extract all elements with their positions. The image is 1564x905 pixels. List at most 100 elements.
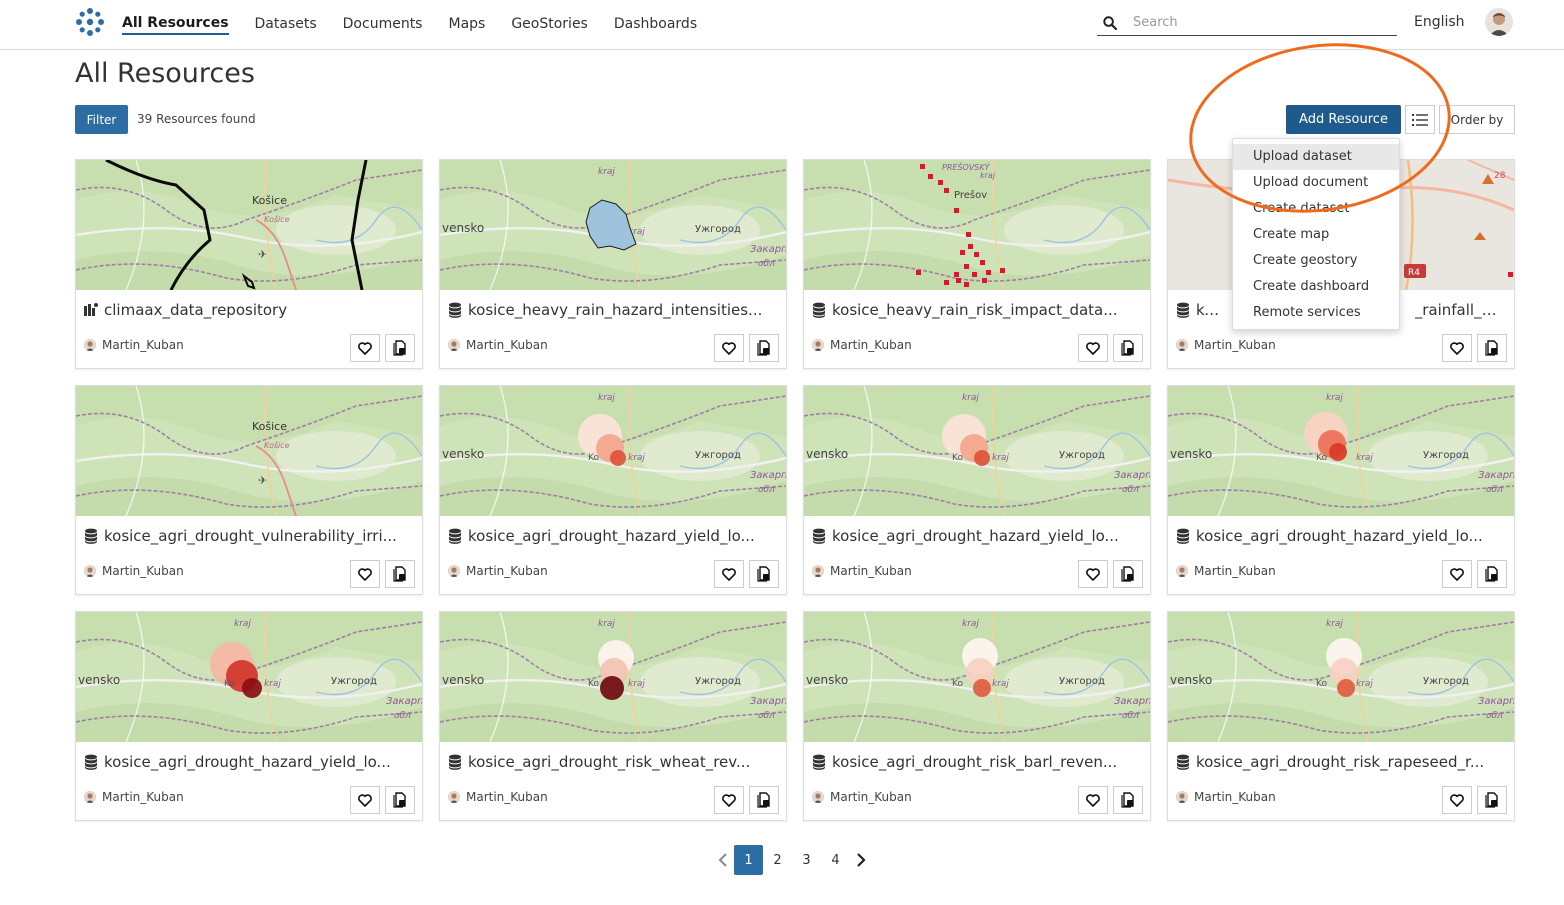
copy-resource-button[interactable] (1477, 786, 1507, 814)
favorite-button[interactable] (350, 334, 380, 362)
favorite-button[interactable] (1078, 786, 1108, 814)
owner-name[interactable]: Martin_Kuban (830, 790, 912, 804)
owner-name[interactable]: Martin_Kuban (1194, 564, 1276, 578)
copy-resource-button[interactable] (1113, 334, 1143, 362)
resource-title[interactable]: kosice_agri_drought_vulnerability_irri..… (104, 527, 397, 545)
menu-item-create-dataset[interactable]: Create dataset (1233, 196, 1399, 222)
resource-owner[interactable]: Martin_Kuban (448, 338, 548, 352)
page-1-button[interactable]: 1 (734, 845, 763, 875)
next-page-button[interactable] (850, 845, 872, 875)
menu-item-create-map[interactable]: Create map (1233, 222, 1399, 248)
menu-item-create-dashboard[interactable]: Create dashboard (1233, 274, 1399, 300)
order-by-button[interactable]: Order by (1439, 105, 1515, 134)
resource-owner[interactable]: Martin_Kuban (1176, 564, 1276, 578)
favorite-button[interactable] (714, 560, 744, 588)
resource-owner[interactable]: Martin_Kuban (448, 564, 548, 578)
favorite-button[interactable] (1442, 560, 1472, 588)
menu-item-upload-document[interactable]: Upload document (1233, 170, 1399, 196)
resource-card[interactable]: vensko kraj kraj Ужгород Закарп обл Ko kosice_a… (75, 611, 423, 821)
nav-geostories[interactable]: GeoStories (511, 16, 588, 34)
resource-thumbnail[interactable]: Košice Košice ✈ (76, 386, 422, 516)
copy-resource-button[interactable] (749, 560, 779, 588)
nav-maps[interactable]: Maps (448, 16, 485, 34)
resource-thumbnail[interactable]: vensko kraj kraj Ужгород Закарп обл Ko (804, 386, 1150, 516)
resource-thumbnail[interactable]: vensko kraj kraj Ужгород Закарп обл Ko (440, 386, 786, 516)
owner-name[interactable]: Martin_Kuban (830, 338, 912, 352)
resource-card[interactable]: vensko kraj kraj Ужгород Закарп обл Ko kosice_a… (803, 385, 1151, 595)
geonode-logo-icon[interactable] (74, 6, 106, 38)
resource-card[interactable]: PREŠOVSKÝ Prešov kraj kosice_heavy_rain_ris… (803, 159, 1151, 369)
search-input[interactable] (1133, 15, 1383, 30)
owner-name[interactable]: Martin_Kuban (1194, 790, 1276, 804)
copy-resource-button[interactable] (1477, 334, 1507, 362)
nav-documents[interactable]: Documents (343, 16, 423, 34)
favorite-button[interactable] (1442, 334, 1472, 362)
resource-owner[interactable]: Martin_Kuban (812, 790, 912, 804)
copy-resource-button[interactable] (385, 560, 415, 588)
copy-resource-button[interactable] (385, 334, 415, 362)
resource-card[interactable]: vensko kraj kraj Ужгород Закарп обл Ko kosice_a… (803, 611, 1151, 821)
resource-owner[interactable]: Martin_Kuban (812, 564, 912, 578)
owner-name[interactable]: Martin_Kuban (466, 790, 548, 804)
resource-card[interactable]: vensko kraj kraj Ужгород Закарп обл Ko kosice_a… (439, 611, 787, 821)
resource-owner[interactable]: Martin_Kuban (1176, 338, 1276, 352)
user-avatar-icon[interactable] (1485, 8, 1513, 36)
resource-owner[interactable]: Martin_Kuban (84, 564, 184, 578)
resource-card[interactable]: vensko kraj kraj Ужгород Закарп обл Ko kosice_a… (1167, 385, 1515, 595)
resource-title[interactable]: kosice_agri_drought_risk_wheat_rev... (468, 753, 750, 771)
resource-thumbnail[interactable]: vensko kraj kraj Ужгород Закарп обл Ko (76, 612, 422, 742)
favorite-button[interactable] (714, 334, 744, 362)
resource-title-tail[interactable]: _rainfall_ga... (1415, 301, 1506, 319)
add-resource-button[interactable]: Add Resource (1286, 105, 1401, 134)
resource-title[interactable]: kosice_agri_drought_hazard_yield_lo... (104, 753, 391, 771)
resource-thumbnail[interactable]: vensko kraj kraj Ужгород Закарп обл Ko (1168, 386, 1514, 516)
favorite-button[interactable] (1078, 560, 1108, 588)
copy-resource-button[interactable] (1477, 560, 1507, 588)
favorite-button[interactable] (350, 560, 380, 588)
nav-dashboards[interactable]: Dashboards (614, 16, 697, 34)
resource-thumbnail[interactable]: vensko kraj kraj Ужгород Закарп обл (440, 160, 786, 290)
owner-name[interactable]: Martin_Kuban (830, 564, 912, 578)
favorite-button[interactable] (714, 786, 744, 814)
copy-resource-button[interactable] (1113, 560, 1143, 588)
resource-owner[interactable]: Martin_Kuban (812, 338, 912, 352)
nav-all-resources[interactable]: All Resources (122, 15, 229, 35)
resource-card[interactable]: Košice Košice ✈ climaax_data_repository Mart… (75, 159, 423, 369)
resource-owner[interactable]: Martin_Kuban (1176, 790, 1276, 804)
resource-card[interactable]: vensko kraj kraj Ужгород Закарп обл Ko kosice_a… (439, 385, 787, 595)
resource-thumbnail[interactable]: PREŠOVSKÝ Prešov kraj (804, 160, 1150, 290)
resource-owner[interactable]: Martin_Kuban (84, 790, 184, 804)
search-icon[interactable] (1103, 15, 1117, 30)
page-4-button[interactable]: 4 (821, 845, 850, 875)
favorite-button[interactable] (1078, 334, 1108, 362)
copy-resource-button[interactable] (1113, 786, 1143, 814)
resource-title[interactable]: kosice_agri_drought_risk_rapeseed_r... (1196, 753, 1484, 771)
resource-card[interactable]: vensko kraj kraj Ужгород Закарп обл kosice_hea… (439, 159, 787, 369)
resource-title[interactable]: kosice_heavy_rain_hazard_intensities... (468, 301, 762, 319)
resource-card[interactable]: vensko kraj kraj Ужгород Закарп обл Ko kosice_a… (1167, 611, 1515, 821)
resource-thumbnail[interactable]: vensko kraj kraj Ужгород Закарп обл Ko (1168, 612, 1514, 742)
copy-resource-button[interactable] (385, 786, 415, 814)
resource-title[interactable]: kosice_agri_drought_hazard_yield_lo... (468, 527, 755, 545)
resource-thumbnail[interactable]: vensko kraj kraj Ужгород Закарп обл Ko (440, 612, 786, 742)
favorite-button[interactable] (1442, 786, 1472, 814)
owner-name[interactable]: Martin_Kuban (466, 564, 548, 578)
owner-name[interactable]: Martin_Kuban (102, 338, 184, 352)
list-view-button[interactable] (1405, 105, 1435, 134)
copy-resource-button[interactable] (749, 334, 779, 362)
menu-item-remote-services[interactable]: Remote services (1233, 300, 1399, 326)
resource-title[interactable]: kosi (1196, 301, 1223, 319)
resource-title[interactable]: kosice_agri_drought_hazard_yield_lo... (832, 527, 1119, 545)
owner-name[interactable]: Martin_Kuban (466, 338, 548, 352)
page-2-button[interactable]: 2 (763, 845, 792, 875)
resource-card[interactable]: Košice Košice ✈ kosice_agri_drought_vulnera… (75, 385, 423, 595)
resource-owner[interactable]: Martin_Kuban (84, 338, 184, 352)
prev-page-button[interactable] (712, 845, 734, 875)
resource-owner[interactable]: Martin_Kuban (448, 790, 548, 804)
nav-datasets[interactable]: Datasets (255, 16, 317, 34)
filter-button[interactable]: Filter (75, 105, 128, 134)
menu-item-create-geostory[interactable]: Create geostory (1233, 248, 1399, 274)
language-selector[interactable]: English (1414, 14, 1465, 30)
resource-title[interactable]: kosice_heavy_rain_risk_impact_data... (832, 301, 1118, 319)
menu-item-upload-dataset[interactable]: Upload dataset (1233, 144, 1399, 170)
